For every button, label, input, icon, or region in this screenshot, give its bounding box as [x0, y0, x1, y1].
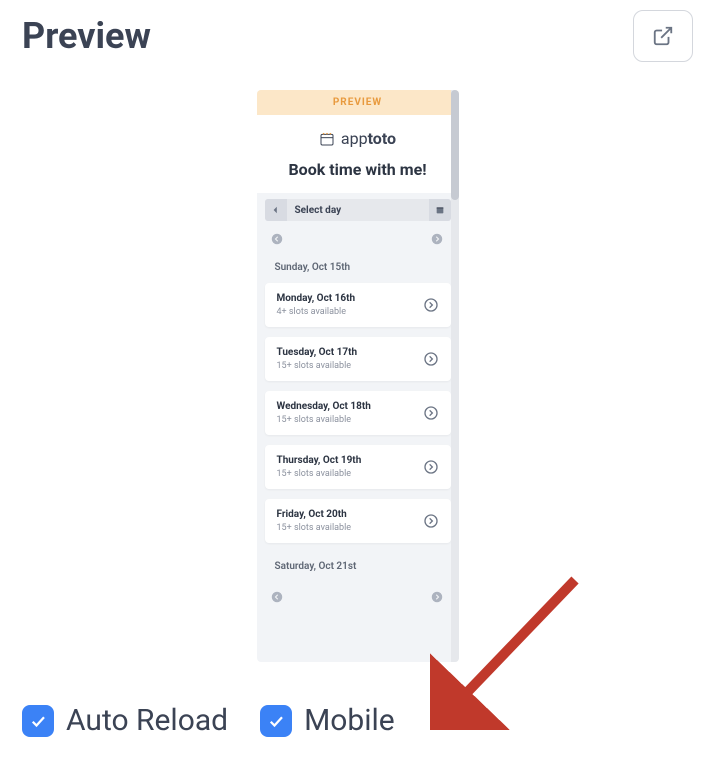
- circle-arrow-right-icon: [423, 513, 439, 529]
- page-title: Preview: [22, 15, 151, 57]
- prev-week-button[interactable]: [271, 230, 285, 244]
- day-card[interactable]: Thursday, Oct 19th 15+ slots available: [265, 445, 451, 489]
- day-title: Monday, Oct 16th: [277, 293, 356, 304]
- scrollbar-thumb[interactable]: [451, 90, 459, 200]
- check-icon: [267, 712, 285, 730]
- circle-arrow-right-icon: [423, 405, 439, 421]
- day-title: Thursday, Oct 19th: [277, 455, 362, 466]
- day-card[interactable]: Tuesday, Oct 17th 15+ slots available: [265, 337, 451, 381]
- day-sub: 4+ slots available: [277, 307, 356, 317]
- circle-arrow-right-icon: [423, 351, 439, 367]
- circle-arrow-right-icon: [423, 459, 439, 475]
- calendar-icon: [436, 206, 444, 214]
- prev-week-button-bottom[interactable]: [271, 588, 285, 602]
- day-card[interactable]: Friday, Oct 20th 15+ slots available: [265, 499, 451, 543]
- day-sub: 15+ slots available: [277, 415, 371, 425]
- brand-text: apptoto: [341, 129, 396, 148]
- day-title: Tuesday, Oct 17th: [277, 347, 358, 358]
- arrow-left-icon: [272, 206, 280, 214]
- mobile-checkbox[interactable]: Mobile: [260, 703, 395, 738]
- sunday-header: Sunday, Oct 15th: [257, 254, 459, 283]
- day-title: Friday, Oct 20th: [277, 509, 352, 520]
- calendar-logo-icon: [319, 131, 335, 147]
- check-icon: [29, 712, 47, 730]
- next-week-button-bottom[interactable]: [431, 588, 445, 602]
- day-sub: 15+ slots available: [277, 361, 358, 371]
- day-card[interactable]: Monday, Oct 16th 4+ slots available: [265, 283, 451, 327]
- open-external-button[interactable]: [633, 10, 693, 62]
- auto-reload-label: Auto Reload: [66, 703, 228, 738]
- external-link-icon: [652, 25, 674, 47]
- preview-banner: PREVIEW: [257, 90, 459, 115]
- circle-arrow-right-icon: [423, 297, 439, 313]
- circle-arrow-left-icon: [271, 233, 283, 245]
- mobile-preview-pane: PREVIEW apptoto Book time with me! Selec…: [257, 90, 459, 662]
- day-sub: 15+ slots available: [277, 523, 352, 533]
- brand-row: apptoto: [257, 115, 459, 156]
- day-sub: 15+ slots available: [277, 469, 362, 479]
- booking-title: Book time with me!: [257, 156, 459, 193]
- scrollbar-track[interactable]: [451, 90, 459, 662]
- circle-arrow-right-icon: [431, 591, 443, 603]
- back-button[interactable]: [265, 199, 287, 221]
- circle-arrow-left-icon: [271, 591, 283, 603]
- auto-reload-checkbox[interactable]: Auto Reload: [22, 703, 228, 738]
- day-title: Wednesday, Oct 18th: [277, 401, 371, 412]
- day-card[interactable]: Wednesday, Oct 18th 15+ slots available: [265, 391, 451, 435]
- select-day-label: Select day: [287, 205, 342, 216]
- next-week-button[interactable]: [431, 230, 445, 244]
- circle-arrow-right-icon: [431, 233, 443, 245]
- calendar-button[interactable]: [429, 199, 451, 221]
- mobile-label: Mobile: [304, 703, 395, 738]
- select-day-bar: Select day: [265, 199, 451, 221]
- saturday-header: Saturday, Oct 21st: [257, 553, 459, 582]
